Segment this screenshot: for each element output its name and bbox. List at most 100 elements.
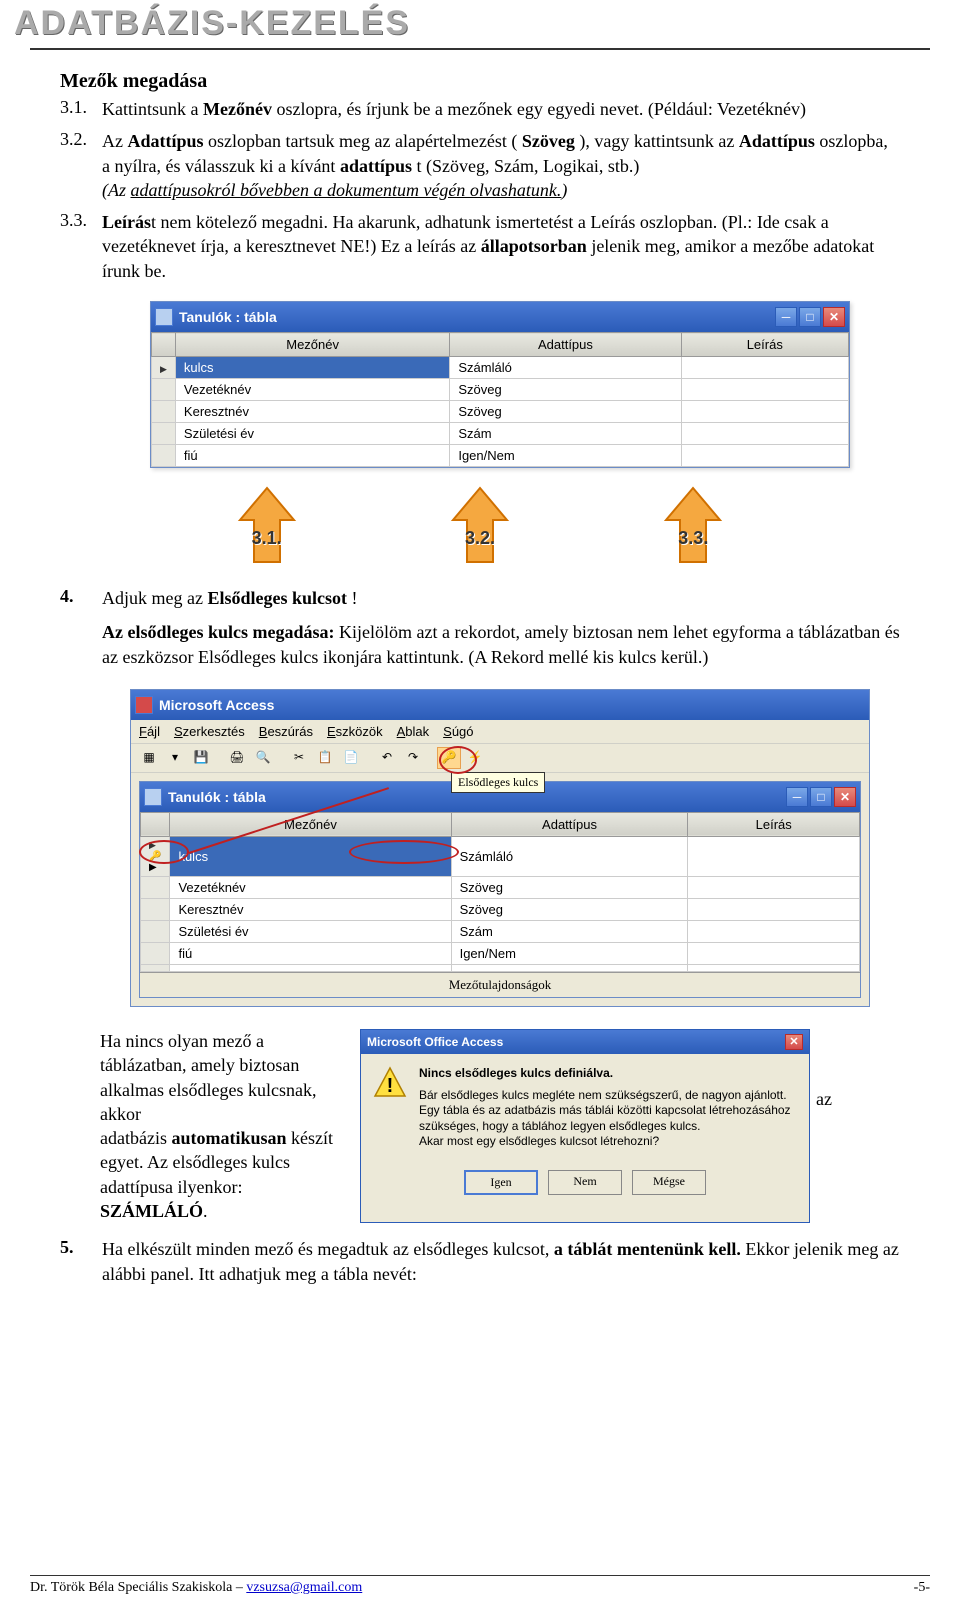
inner-title: Tanulók : tábla (168, 789, 266, 805)
cell[interactable] (681, 401, 848, 423)
cell[interactable] (688, 876, 860, 898)
copy-button[interactable]: 📋 (313, 747, 337, 769)
cell[interactable]: kulcs (175, 357, 449, 379)
cell[interactable]: Igen/Nem (451, 942, 688, 964)
row-selector[interactable] (152, 357, 176, 379)
cell[interactable]: Számláló (451, 836, 688, 876)
cell[interactable]: Szöveg (450, 379, 681, 401)
bold-term: adattípus (340, 156, 412, 176)
toolbar-button[interactable]: 🖨 (225, 747, 249, 769)
cell[interactable]: Számláló (450, 357, 681, 379)
menubar[interactable]: Fájl Szerkesztés Beszúrás Eszközök Ablak… (131, 720, 869, 744)
row-selector[interactable] (141, 942, 170, 964)
column-header[interactable]: Mezőnév (175, 333, 449, 357)
yes-button[interactable]: Igen (464, 1170, 538, 1195)
page-header-title: ADATBÁZIS-KEZELÉS (14, 4, 410, 43)
cell[interactable] (688, 920, 860, 942)
window-title: Microsoft Access (159, 697, 274, 713)
bold-term: Mezőnév (203, 99, 272, 119)
cell[interactable]: Szám (450, 423, 681, 445)
save-button[interactable]: 💾 (189, 747, 213, 769)
cut-button[interactable]: ✂ (287, 747, 311, 769)
cell[interactable]: Igen/Nem (450, 445, 681, 467)
row-selector[interactable] (141, 920, 170, 942)
up-arrow-icon: 3.2. (445, 486, 515, 566)
cell[interactable] (688, 836, 860, 876)
close-button[interactable]: ✕ (823, 307, 845, 327)
menu-item[interactable]: Fájl (139, 724, 160, 739)
menu-item[interactable]: Súgó (443, 724, 473, 739)
row-selector[interactable] (152, 423, 176, 445)
cell[interactable] (170, 964, 451, 971)
row-selector[interactable] (152, 379, 176, 401)
cell[interactable]: Vezetéknév (175, 379, 449, 401)
cell[interactable] (681, 423, 848, 445)
cell[interactable]: fiú (175, 445, 449, 467)
cell[interactable] (688, 942, 860, 964)
toolbar-button[interactable]: ▾ (163, 747, 187, 769)
toolbar-button[interactable]: 🔍 (251, 747, 275, 769)
cell[interactable] (681, 357, 848, 379)
list-number: 3.1. (60, 97, 102, 121)
toolbar-button[interactable]: ▦ (137, 747, 161, 769)
cell[interactable]: Születési év (170, 920, 451, 942)
close-button[interactable]: ✕ (834, 787, 856, 807)
bold-term: állapotsorban (481, 236, 587, 256)
row-selector[interactable] (141, 898, 170, 920)
column-header[interactable]: Leírás (688, 812, 860, 836)
menu-item[interactable]: Ablak (397, 724, 430, 739)
cell[interactable]: Szöveg (450, 401, 681, 423)
fields-table: Mezőnév Adattípus Leírás kulcs Számláló … (151, 332, 849, 467)
note: (Az adattípusokról bővebben a dokumentum… (102, 180, 567, 200)
arrow-label: 3.1. (232, 528, 302, 549)
cell[interactable]: Szöveg (451, 876, 688, 898)
top-rule (30, 48, 930, 50)
maximize-button[interactable]: □ (799, 307, 821, 327)
cancel-button[interactable]: Mégse (632, 1170, 706, 1195)
dialog-heading: Nincs elsődleges kulcs definiálva. (419, 1066, 797, 1082)
cell[interactable]: Vezetéknév (170, 876, 451, 898)
minimize-button[interactable]: ─ (786, 787, 808, 807)
arrow-label: 3.3. (658, 528, 728, 549)
cell[interactable] (681, 379, 848, 401)
text: . (203, 1201, 208, 1221)
menu-item[interactable]: Eszközök (327, 724, 383, 739)
window-titlebar: Tanulók : tábla ─ □ ✕ (151, 302, 849, 332)
menu-item[interactable]: Beszúrás (259, 724, 313, 739)
minimize-button[interactable]: ─ (775, 307, 797, 327)
maximize-button[interactable]: □ (810, 787, 832, 807)
menu-item[interactable]: Szerkesztés (174, 724, 245, 739)
list-number: 5. (60, 1237, 102, 1286)
paste-button[interactable]: 📄 (339, 747, 363, 769)
cell[interactable] (451, 964, 688, 971)
redo-button[interactable]: ↷ (401, 747, 425, 769)
footer-email-link[interactable]: vzsuzsa@gmail.com (246, 1580, 362, 1595)
cell[interactable] (688, 898, 860, 920)
cell[interactable] (688, 964, 860, 971)
cell[interactable]: Keresztnév (170, 898, 451, 920)
cell[interactable]: fiú (170, 942, 451, 964)
row-selector[interactable] (141, 964, 170, 971)
cell[interactable]: Keresztnév (175, 401, 449, 423)
cell[interactable] (681, 445, 848, 467)
cell[interactable]: Szöveg (451, 898, 688, 920)
screenshot-access-window: Microsoft Access Fájl Szerkesztés Beszúr… (130, 689, 870, 1007)
undo-button[interactable]: ↶ (375, 747, 399, 769)
column-header[interactable]: Mezőnév (170, 812, 451, 836)
row-selector[interactable] (152, 401, 176, 423)
close-button[interactable]: ✕ (785, 1034, 803, 1050)
column-header[interactable]: Adattípus (451, 812, 688, 836)
text: t (Szöveg, Szám, Logikai, stb.) (416, 156, 639, 176)
row-selector[interactable] (152, 445, 176, 467)
text: az (816, 1029, 832, 1223)
text: ) (561, 180, 567, 200)
bold-term: Elsődleges kulcsot (207, 588, 347, 608)
column-header[interactable]: Leírás (681, 333, 848, 357)
text: ), vagy kattintsunk az (579, 131, 738, 151)
column-header[interactable]: Adattípus (450, 333, 681, 357)
cell[interactable]: Születési év (175, 423, 449, 445)
no-button[interactable]: Nem (548, 1170, 622, 1195)
row-selector[interactable] (141, 876, 170, 898)
section-heading: Mezők megadása (60, 70, 900, 93)
cell[interactable]: Szám (451, 920, 688, 942)
